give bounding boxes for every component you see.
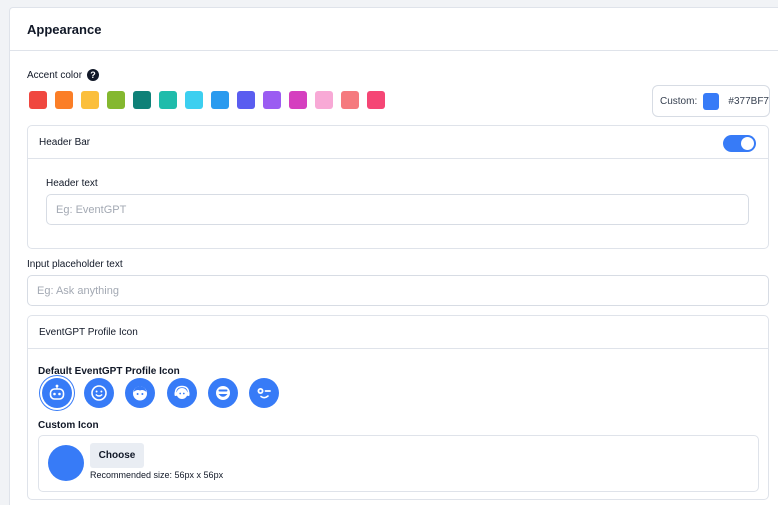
color-swatch[interactable]: [29, 91, 47, 109]
custom-color-swatch[interactable]: [703, 92, 720, 110]
panel-header: Appearance: [10, 8, 778, 51]
accent-swatches: [29, 91, 385, 109]
robot-icon[interactable]: [42, 378, 72, 408]
color-swatch[interactable]: [185, 91, 203, 109]
header-bar-card: Header Bar Header text: [27, 125, 769, 249]
color-swatch[interactable]: [81, 91, 99, 109]
recommended-size-text: Recommended size: 56px x 56px: [90, 470, 224, 480]
custom-icon-upload: Choose Recommended size: 56px x 56px: [38, 435, 759, 492]
choose-button[interactable]: Choose: [90, 443, 144, 468]
bear-face-icon[interactable]: [125, 378, 155, 408]
custom-color-hex[interactable]: #377BF7: [728, 96, 769, 107]
header-text-label: Header text: [46, 178, 98, 189]
accent-color-label: Accent color: [27, 69, 83, 81]
custom-color-label: Custom:: [660, 95, 698, 107]
headset-face-icon[interactable]: [167, 378, 197, 408]
appearance-panel: Appearance Accent color ? Custom: #377BF…: [9, 7, 778, 505]
input-placeholder-input[interactable]: [27, 275, 769, 306]
color-swatch[interactable]: [211, 91, 229, 109]
color-swatch[interactable]: [263, 91, 281, 109]
header-bar-toggle[interactable]: [723, 135, 756, 152]
color-swatch[interactable]: [237, 91, 255, 109]
custom-color-picker[interactable]: Custom: #377BF7: [652, 85, 770, 117]
wink-icon[interactable]: [249, 378, 279, 408]
color-swatch[interactable]: [133, 91, 151, 109]
color-swatch[interactable]: [315, 91, 333, 109]
header-bar-card-header: Header Bar: [28, 126, 768, 159]
color-swatch[interactable]: [159, 91, 177, 109]
profile-icon-card-header: EventGPT Profile Icon: [28, 316, 768, 349]
input-placeholder-label: Input placeholder text: [27, 259, 123, 270]
smile-icon[interactable]: [84, 378, 114, 408]
color-swatch[interactable]: [289, 91, 307, 109]
color-swatch[interactable]: [107, 91, 125, 109]
accent-color-label-row: Accent color ?: [27, 69, 100, 81]
color-swatch[interactable]: [341, 91, 359, 109]
toggle-knob: [741, 137, 754, 150]
color-swatch[interactable]: [367, 91, 385, 109]
help-icon[interactable]: ?: [87, 69, 100, 81]
grin-icon[interactable]: [208, 378, 238, 408]
section-title: Appearance: [27, 21, 102, 37]
header-bar-title: Header Bar: [39, 136, 91, 148]
default-icon-label: Default EventGPT Profile Icon: [38, 366, 180, 377]
header-text-input[interactable]: [46, 194, 749, 225]
color-swatch[interactable]: [55, 91, 73, 109]
avatar: [48, 445, 84, 481]
custom-icon-label: Custom Icon: [38, 420, 99, 431]
profile-icon-card: EventGPT Profile Icon Default EventGPT P…: [27, 315, 769, 500]
profile-icon-title: EventGPT Profile Icon: [39, 326, 138, 338]
